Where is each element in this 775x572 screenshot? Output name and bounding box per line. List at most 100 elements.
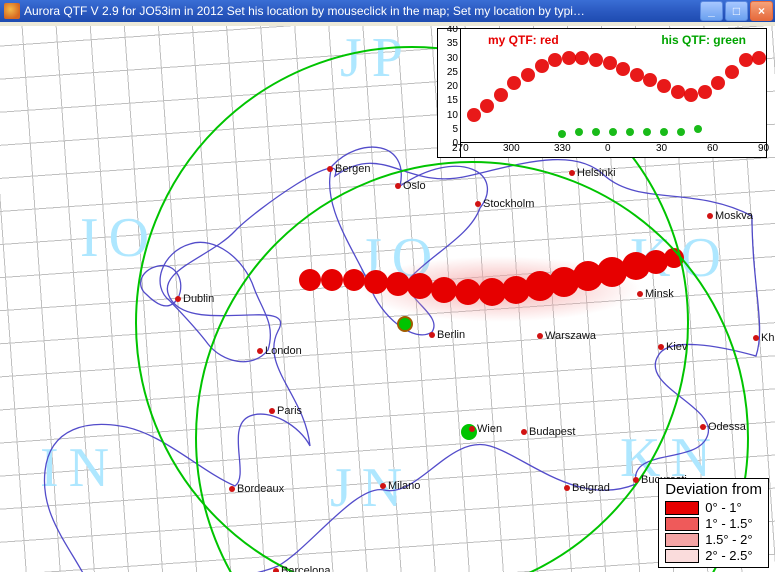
x-tick: 300 xyxy=(503,143,520,154)
chart-point xyxy=(725,65,739,79)
city-dot xyxy=(564,485,570,491)
chart-y-axis: 0510152025303540 xyxy=(438,29,461,157)
city-dot xyxy=(380,483,386,489)
chart-point xyxy=(626,128,634,136)
city-dot xyxy=(637,291,643,297)
legend-label: 2° - 2.5° xyxy=(705,548,752,563)
chart-legend-my: my QTF: red xyxy=(488,33,559,47)
chart-point xyxy=(616,62,630,76)
y-tick: 20 xyxy=(447,81,458,92)
chart-point xyxy=(660,128,668,136)
city-dot xyxy=(429,332,435,338)
city-label: Kharkov xyxy=(761,332,775,344)
maximize-button[interactable]: □ xyxy=(725,1,748,21)
x-tick: 330 xyxy=(554,143,571,154)
chart-point xyxy=(507,76,521,90)
chart-point xyxy=(480,99,494,113)
window-title: Aurora QTF V 2.9 for JO53im in 2012 Set … xyxy=(24,4,700,18)
y-tick: 10 xyxy=(447,110,458,121)
y-tick: 25 xyxy=(447,67,458,78)
city-label: Milano xyxy=(388,480,420,492)
city-label: Odessa xyxy=(708,421,746,433)
city-label: Budapest xyxy=(529,426,575,438)
chart-point xyxy=(643,128,651,136)
city-dot xyxy=(658,344,664,350)
city-dot xyxy=(327,166,333,172)
minimize-button[interactable]: _ xyxy=(700,1,723,21)
y-tick: 15 xyxy=(447,95,458,106)
chart-x-axis: 2703003300306090 xyxy=(460,142,766,157)
chart-point xyxy=(671,85,685,99)
x-tick: 60 xyxy=(707,143,718,154)
city-dot xyxy=(700,424,706,430)
chart-point xyxy=(630,68,644,82)
city-label: Bordeaux xyxy=(237,483,284,495)
titlebar: Aurora QTF V 2.9 for JO53im in 2012 Set … xyxy=(0,0,775,22)
city-label: Barcelona xyxy=(281,565,331,572)
legend-row: 2° - 2.5° xyxy=(665,548,762,563)
city-label: Moskva xyxy=(715,210,753,222)
legend-row: 1° - 1.5° xyxy=(665,516,762,531)
x-tick: 0 xyxy=(605,143,611,154)
city-dot xyxy=(707,213,713,219)
y-tick: 30 xyxy=(447,53,458,64)
legend-label: 1° - 1.5° xyxy=(705,516,752,531)
station-my xyxy=(397,316,413,332)
chart-point xyxy=(657,79,671,93)
x-tick: 30 xyxy=(656,143,667,154)
chart-point xyxy=(575,51,589,65)
city-label: Warszawa xyxy=(545,330,596,342)
city-label: Oslo xyxy=(403,180,426,192)
legend-swatch xyxy=(665,533,699,547)
city-label: Stockholm xyxy=(483,198,534,210)
city-label: Minsk xyxy=(645,288,674,300)
city-label: Kiev xyxy=(666,341,687,353)
chart-point xyxy=(562,51,576,65)
chart-point xyxy=(589,53,603,67)
map-canvas[interactable]: JP IO JO KO IN JN KN BergenOsloStockholm… xyxy=(0,26,775,572)
city-label: Paris xyxy=(277,405,302,417)
chart-point xyxy=(575,128,583,136)
x-tick: 270 xyxy=(452,143,469,154)
city-dot xyxy=(569,170,575,176)
legend-swatch xyxy=(665,517,699,531)
legend-row: 0° - 1° xyxy=(665,500,762,515)
y-tick: 35 xyxy=(447,38,458,49)
chart-point xyxy=(548,53,562,67)
window-buttons: _ □ × xyxy=(700,1,773,21)
qtf-chart: 0510152025303540 my QTF: red his QTF: gr… xyxy=(437,28,767,158)
city-label: Wien xyxy=(477,423,502,435)
city-label: Berlin xyxy=(437,329,465,341)
legend-row: 1.5° - 2° xyxy=(665,532,762,547)
legend-swatch xyxy=(665,501,699,515)
city-dot xyxy=(273,568,279,572)
chart-point xyxy=(603,56,617,70)
x-tick: 90 xyxy=(758,143,769,154)
chart-point xyxy=(535,59,549,73)
deviation-legend: Deviation from 0° - 1°1° - 1.5°1.5° - 2°… xyxy=(658,478,769,568)
chart-point xyxy=(592,128,600,136)
legend-title: Deviation from xyxy=(665,481,762,498)
chart-point xyxy=(711,76,725,90)
chart-point xyxy=(467,108,481,122)
close-button[interactable]: × xyxy=(750,1,773,21)
legend-swatch xyxy=(665,549,699,563)
chart-point xyxy=(698,85,712,99)
city-dot xyxy=(475,201,481,207)
city-label: Belgrad xyxy=(572,482,610,494)
city-dot xyxy=(469,426,475,432)
city-label: London xyxy=(265,345,302,357)
chart-point xyxy=(609,128,617,136)
chart-point xyxy=(677,128,685,136)
city-label: Helsinki xyxy=(577,167,616,179)
city-dot xyxy=(269,408,275,414)
chart-point xyxy=(558,130,566,138)
city-label: Bergen xyxy=(335,163,370,175)
chart-legend-his: his QTF: green xyxy=(661,33,746,47)
chart-point xyxy=(739,53,753,67)
legend-label: 0° - 1° xyxy=(705,500,741,515)
chart-point xyxy=(752,51,766,65)
city-dot xyxy=(395,183,401,189)
chart-point xyxy=(494,88,508,102)
city-dot xyxy=(175,296,181,302)
